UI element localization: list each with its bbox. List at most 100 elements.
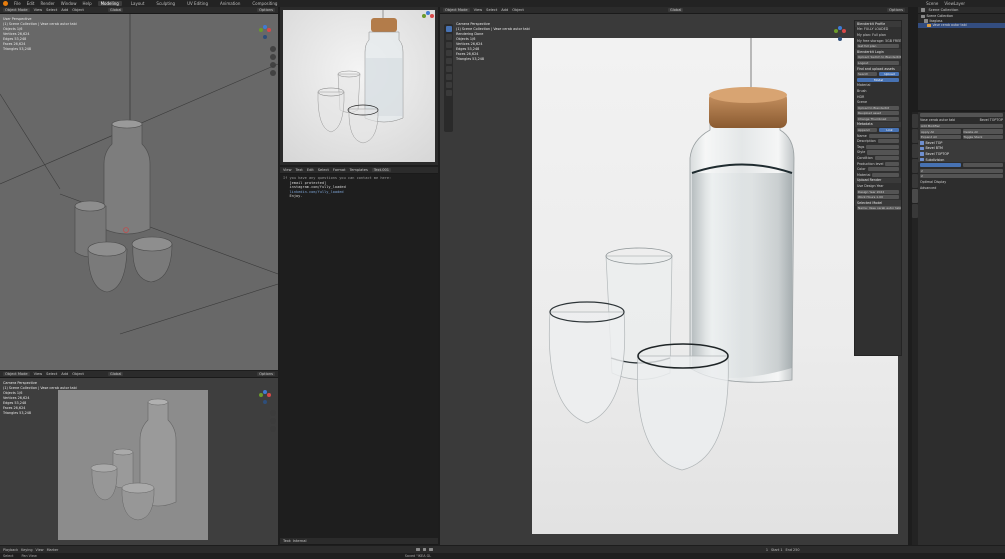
viewport-tl-pan-icon[interactable] <box>270 54 276 60</box>
viewport-main-transform[interactable]: Global <box>667 8 684 12</box>
viewport-tl-options[interactable]: Options <box>257 8 275 12</box>
viewport-bl-menu-select[interactable]: Select <box>46 372 57 376</box>
tool-select-icon[interactable] <box>445 26 452 32</box>
viewport-bl-zoom-icon[interactable] <box>270 410 276 416</box>
viewport-bl-pan-icon[interactable] <box>270 418 276 424</box>
tool-annotate-icon[interactable] <box>445 74 452 80</box>
toggle-stack-button[interactable]: Toggle Stack <box>962 135 1003 140</box>
viewport-bl-menu-view[interactable]: View <box>34 372 43 376</box>
viewport-main-menu-object[interactable]: Object <box>512 8 524 12</box>
timeline-jump-start-icon[interactable] <box>416 547 420 552</box>
text-editor[interactable]: If you have any questions you can contac… <box>280 174 438 538</box>
viewlayer-selector[interactable]: ViewLayer <box>944 1 965 6</box>
search-button[interactable]: Search <box>857 72 877 77</box>
text-editor-menu-templates[interactable]: Templates <box>350 168 368 172</box>
viewport-tl-menu-add[interactable]: Add <box>61 8 68 12</box>
timeline-marker[interactable]: Marker <box>47 548 59 552</box>
text-line-8[interactable]: Enjoy. <box>283 194 435 199</box>
menu-window[interactable]: Window <box>61 1 77 6</box>
delete-all-button[interactable]: Delete All <box>962 129 1003 134</box>
panel-head-find[interactable]: Find and upload assets <box>855 65 901 72</box>
viewport-bl-transform[interactable]: Global <box>107 372 124 376</box>
viewport-mid-axis-gizmo-icon[interactable] <box>420 11 436 27</box>
outliner[interactable]: Scene Collection Ikaglass Vase cerab aut… <box>918 14 1005 110</box>
workspace-tab-compositing[interactable]: Compositing <box>249 1 280 6</box>
subdiv-simple-button[interactable] <box>962 163 1003 168</box>
menu-file[interactable]: File <box>14 1 21 6</box>
reupload-button[interactable]: Reupload asset <box>857 111 899 116</box>
workspace-tab-modeling[interactable]: Modeling <box>97 1 122 6</box>
tool-measure-icon[interactable] <box>445 82 452 88</box>
upload-tab-button[interactable]: Upload <box>879 72 899 77</box>
viewport-tl-zoom-icon[interactable] <box>270 46 276 52</box>
tool-transform-icon[interactable] <box>445 66 452 72</box>
menu-render[interactable]: Render <box>40 1 54 6</box>
add-modifier-button[interactable]: Add Modifier <box>920 123 1003 129</box>
advanced-section[interactable]: Advanced <box>918 185 1005 191</box>
subdiv-catmull-button[interactable] <box>920 163 961 168</box>
tool-add-cube-icon[interactable] <box>445 90 452 96</box>
upload-to-blenderkit-button[interactable]: Upload to BlenderKit <box>857 105 899 110</box>
color-field[interactable] <box>867 167 899 172</box>
viewport-tl-axis-gizmo-icon[interactable] <box>257 25 273 41</box>
viewport-tl-camera-icon[interactable] <box>270 62 276 68</box>
name-field[interactable] <box>868 133 899 138</box>
tool-cursor-icon[interactable] <box>445 34 452 40</box>
viewport-bl[interactable]: Camera Perspective (1) Scene Collection … <box>0 378 278 545</box>
viewport-main[interactable]: Camera Perspective (1) Scene Collection … <box>440 14 908 545</box>
import-link[interactable]: Link <box>879 127 899 133</box>
blender-logo-icon[interactable] <box>3 1 8 6</box>
material-field[interactable] <box>872 172 899 177</box>
condition-field[interactable] <box>874 155 899 161</box>
tool-rotate-icon[interactable] <box>445 50 452 56</box>
viewport-bl-camera-icon[interactable] <box>270 426 276 432</box>
text-editor-menu-edit[interactable]: Edit <box>307 168 314 172</box>
timeline-keying[interactable]: Keying <box>21 548 32 552</box>
timeline-playback[interactable]: Playback <box>3 548 18 552</box>
text-editor-menu-format[interactable]: Format <box>333 168 346 172</box>
scene-selector[interactable]: Scene <box>926 1 938 6</box>
text-editor-file[interactable]: Text.001 <box>371 168 392 172</box>
timeline-view[interactable]: View <box>36 548 44 552</box>
workspace-tab-layout[interactable]: Layout <box>128 1 148 6</box>
apply-all-button[interactable]: Apply All <box>920 129 961 134</box>
timeline-jump-end-icon[interactable] <box>429 547 433 552</box>
levels-viewport-field[interactable]: 2 <box>920 168 1003 173</box>
get-full-plan-button[interactable]: Get full plan <box>857 44 899 49</box>
workspace-tab-animation[interactable]: Animation <box>217 1 243 6</box>
tool-move-icon[interactable] <box>445 42 452 48</box>
workspace-tab-sculpting[interactable]: Sculpting <box>153 1 178 6</box>
properties-search-input[interactable] <box>920 112 1003 117</box>
menu-help[interactable]: Help <box>82 1 91 6</box>
text-editor-menu-text[interactable]: Text <box>296 168 303 172</box>
viewport-bl-axis-gizmo-icon[interactable] <box>257 390 273 406</box>
timeline-frame[interactable]: 1 <box>766 548 768 552</box>
menu-edit[interactable]: Edit <box>27 1 35 6</box>
properties-editor[interactable]: Vase cerab autor tabi Bevel TOPTOP Add Mo… <box>918 112 1005 545</box>
viewport-bl-menu-object[interactable]: Object <box>72 372 84 376</box>
viewport-mid-top[interactable] <box>280 7 438 165</box>
timeline-end[interactable]: End 250 <box>786 548 800 552</box>
switch-button[interactable]: Upload: Switch to BlenderKit <box>857 55 901 60</box>
expand-all-button[interactable]: Expand All <box>920 135 961 140</box>
viewport-tl-menu-select[interactable]: Select <box>46 8 57 12</box>
viewport-main-menu-select[interactable]: Select <box>486 8 497 12</box>
viewport-tl-menu-object[interactable]: Object <box>72 8 84 12</box>
timeline-play-icon[interactable] <box>422 547 427 552</box>
design-year-field[interactable]: Design Year 2022 <box>857 189 899 194</box>
text-editor-menu-view[interactable]: View <box>283 168 292 172</box>
change-thumbnail-button[interactable]: Change Thumbnail <box>857 116 899 121</box>
work-hours-field[interactable]: Work Hours 1.00 <box>857 195 899 200</box>
tags-field[interactable] <box>866 144 899 149</box>
tool-scale-icon[interactable] <box>445 58 452 64</box>
outliner-row-vase[interactable]: Vase cerab autor tabi <box>918 23 1005 28</box>
selected-model-name[interactable]: Name: Vase cerab autor tabi <box>857 206 901 211</box>
style-field[interactable] <box>867 150 899 155</box>
logout-button[interactable]: Logout <box>857 60 899 66</box>
import-append[interactable]: Append <box>857 127 877 133</box>
description-field[interactable] <box>877 139 899 144</box>
viewport-main-menu-view[interactable]: View <box>474 8 483 12</box>
viewport-main-axis-gizmo-icon[interactable] <box>832 26 848 42</box>
viewport-main-mode[interactable]: Object Mode <box>443 8 470 12</box>
production-field[interactable] <box>885 161 899 166</box>
